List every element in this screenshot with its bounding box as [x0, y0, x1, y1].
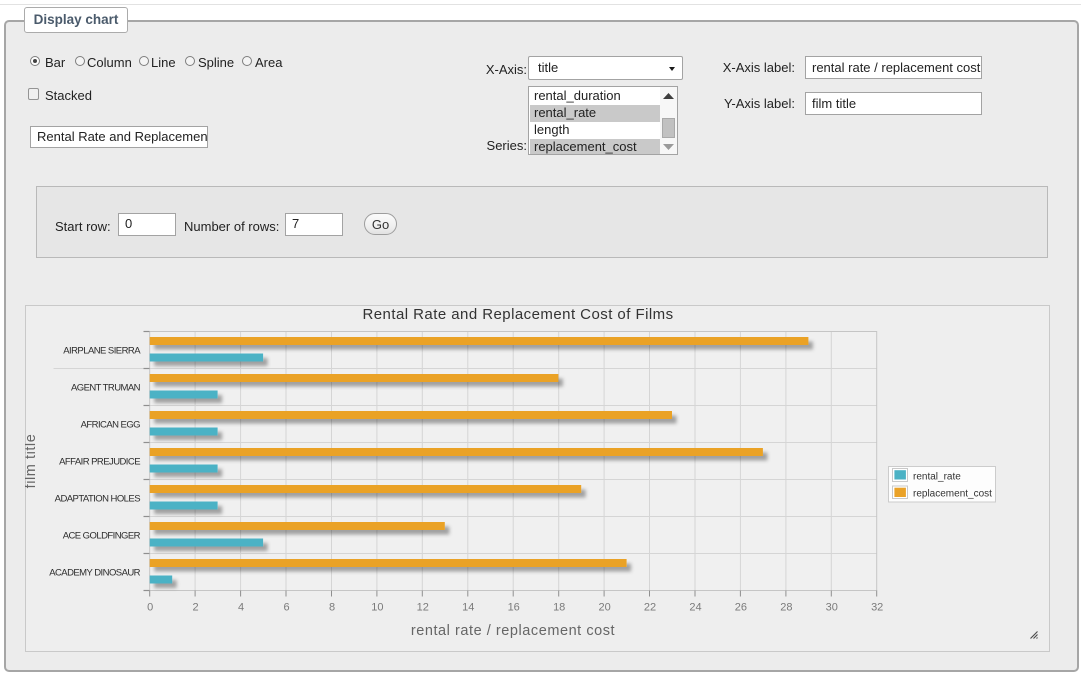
svg-text:8: 8: [329, 602, 335, 614]
svg-text:18: 18: [553, 602, 565, 614]
svg-text:ACE GOLDFINGER: ACE GOLDFINGER: [63, 531, 141, 542]
svg-text:20: 20: [598, 602, 610, 614]
svg-text:32: 32: [871, 602, 883, 614]
svg-text:14: 14: [462, 602, 474, 614]
svg-text:Rental Rate and Replacement Co: Rental Rate and Replacement Cost of Film…: [362, 306, 673, 323]
svg-text:0: 0: [147, 602, 153, 614]
svg-text:10: 10: [371, 602, 383, 614]
svg-text:ADAPTATION HOLES: ADAPTATION HOLES: [55, 494, 141, 505]
svg-text:6: 6: [283, 602, 289, 614]
svg-text:30: 30: [826, 602, 838, 614]
svg-text:AIRPLANE SIERRA: AIRPLANE SIERRA: [63, 346, 141, 357]
svg-text:16: 16: [508, 602, 520, 614]
svg-text:22: 22: [644, 602, 656, 614]
svg-text:AFRICAN EGG: AFRICAN EGG: [81, 420, 141, 431]
svg-text:2: 2: [193, 602, 199, 614]
svg-text:rental_rate: rental_rate: [913, 472, 961, 483]
svg-text:12: 12: [417, 602, 429, 614]
svg-text:28: 28: [780, 602, 792, 614]
svg-text:film title: film title: [25, 434, 39, 489]
svg-text:26: 26: [735, 602, 747, 614]
svg-text:4: 4: [238, 602, 244, 614]
svg-text:replacement_cost: replacement_cost: [913, 489, 992, 500]
svg-text:24: 24: [689, 602, 701, 614]
svg-text:ACADEMY DINOSAUR: ACADEMY DINOSAUR: [49, 568, 140, 579]
svg-text:AGENT TRUMAN: AGENT TRUMAN: [71, 383, 141, 394]
svg-text:AFFAIR PREJUDICE: AFFAIR PREJUDICE: [59, 457, 140, 468]
svg-text:rental rate / replacement cost: rental rate / replacement cost: [411, 623, 615, 639]
